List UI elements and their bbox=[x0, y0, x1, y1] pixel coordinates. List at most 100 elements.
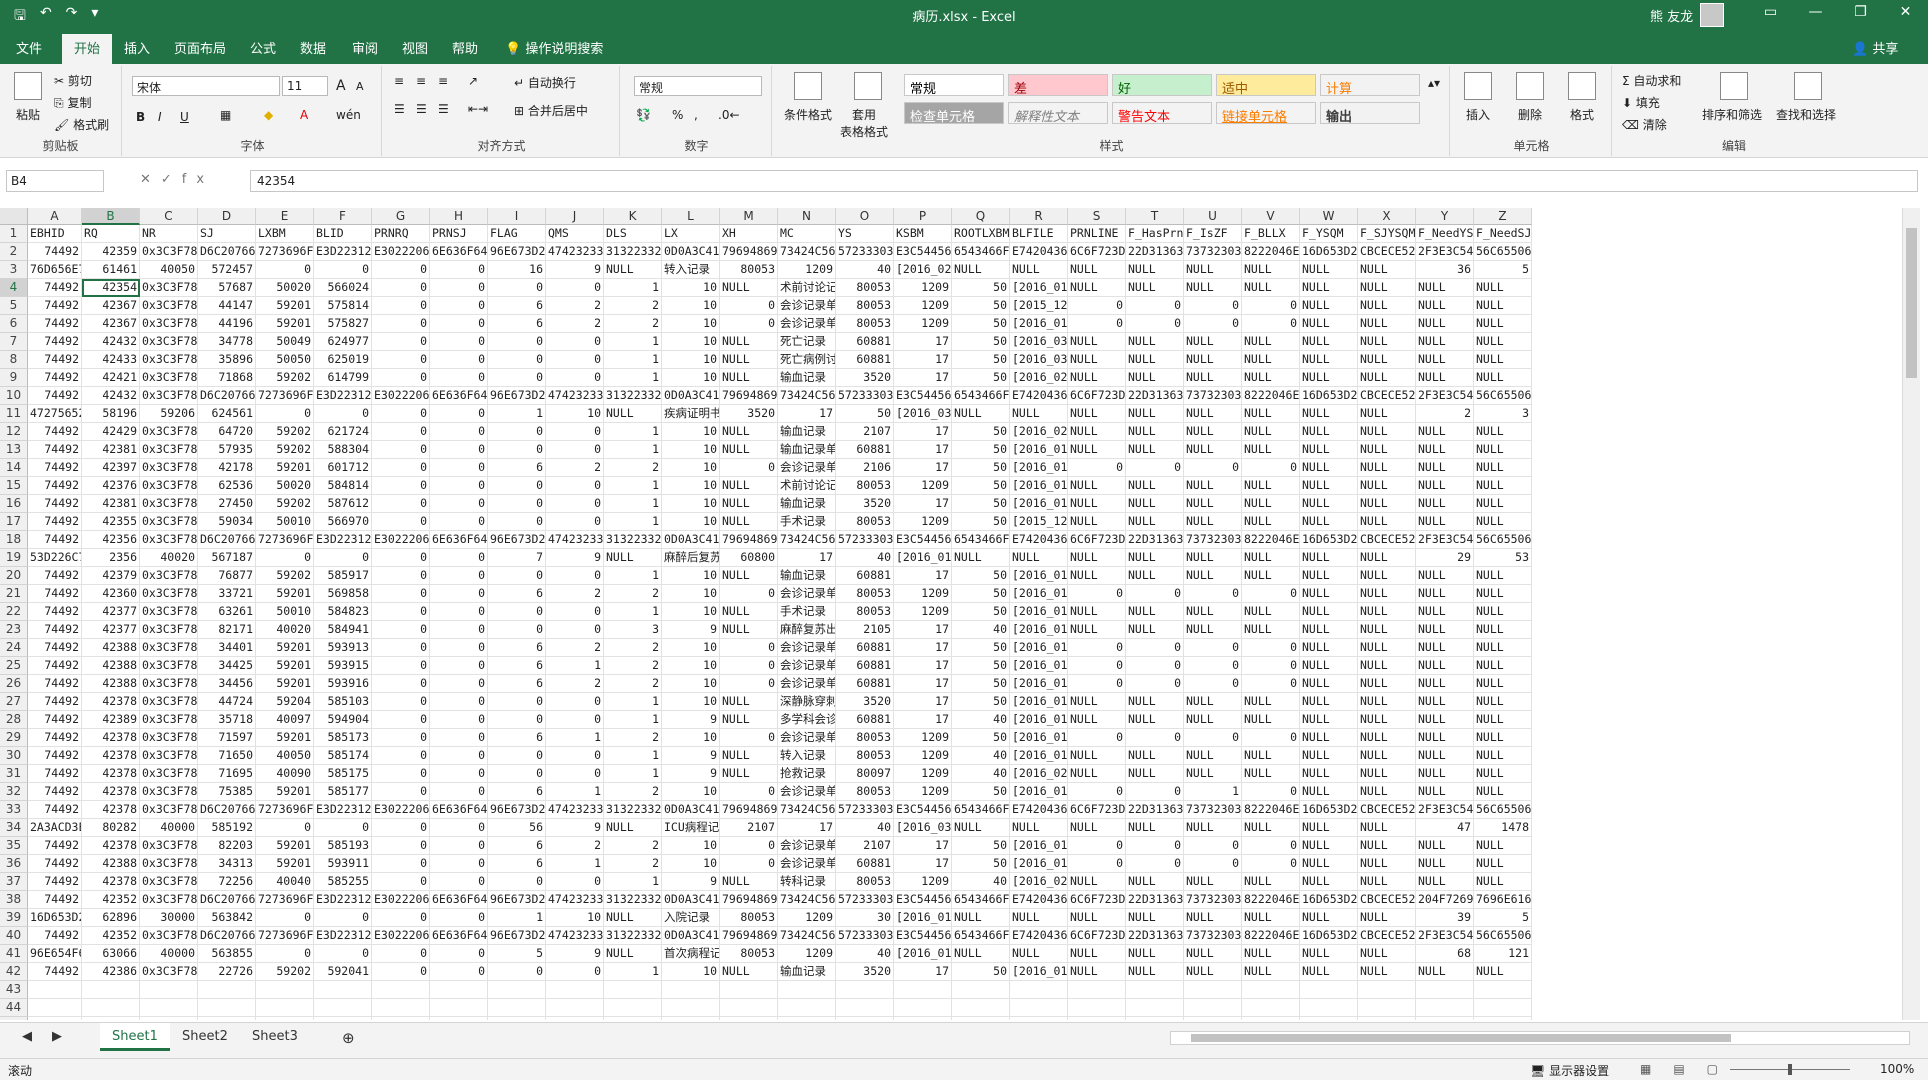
cell-k30[interactable]: 1 bbox=[604, 747, 662, 765]
row-header[interactable]: 27 bbox=[0, 693, 28, 711]
zoom-slider-knob[interactable] bbox=[1788, 1064, 1792, 1075]
cell-j15[interactable]: 0 bbox=[546, 477, 604, 495]
cell-t30[interactable]: NULL bbox=[1126, 747, 1184, 765]
cell-m22[interactable]: NULL bbox=[720, 603, 778, 621]
cell-g45[interactable] bbox=[372, 1017, 430, 1020]
cell-x13[interactable]: NULL bbox=[1358, 441, 1416, 459]
cell-e10[interactable]: 7273696F6 bbox=[256, 387, 314, 405]
cell-c24[interactable]: 0x3C3F786 bbox=[140, 639, 198, 657]
cell-u24[interactable]: 0 bbox=[1184, 639, 1242, 657]
cell-m44[interactable] bbox=[720, 999, 778, 1017]
cell-j17[interactable]: 0 bbox=[546, 513, 604, 531]
cell-a2[interactable]: 74492 bbox=[28, 243, 82, 261]
cell-q20[interactable]: 50 bbox=[952, 567, 1010, 585]
cell-f26[interactable]: 593916 bbox=[314, 675, 372, 693]
column-header-i[interactable]: I bbox=[488, 208, 546, 225]
cell-s33[interactable]: 6C6F723D2 bbox=[1068, 801, 1126, 819]
cell-f4[interactable]: 566024 bbox=[314, 279, 372, 297]
cell-z25[interactable]: NULL bbox=[1474, 657, 1532, 675]
cell-v35[interactable]: 0 bbox=[1242, 837, 1300, 855]
cell-m3[interactable]: 80053 bbox=[720, 261, 778, 279]
cell-s35[interactable]: 0 bbox=[1068, 837, 1126, 855]
cell-b5[interactable]: 42367 bbox=[82, 297, 140, 315]
cell-a31[interactable]: 74492 bbox=[28, 765, 82, 783]
cell-c31[interactable]: 0x3C3F786 bbox=[140, 765, 198, 783]
cell-c7[interactable]: 0x3C3F786 bbox=[140, 333, 198, 351]
column-header-z[interactable]: Z bbox=[1474, 208, 1532, 225]
cell-u34[interactable]: NULL bbox=[1184, 819, 1242, 837]
cell-p21[interactable]: 1209 bbox=[894, 585, 952, 603]
cell-o13[interactable]: 60881 bbox=[836, 441, 894, 459]
row-header[interactable]: 2 bbox=[0, 243, 28, 261]
cell-g12[interactable]: 0 bbox=[372, 423, 430, 441]
cell-w27[interactable]: NULL bbox=[1300, 693, 1358, 711]
cell-x38[interactable]: CBCECE522 bbox=[1358, 891, 1416, 909]
number-format-select[interactable]: 常规 bbox=[634, 76, 762, 96]
cell-d41[interactable]: 563855 bbox=[198, 945, 256, 963]
cell-r1[interactable]: BLFILE bbox=[1010, 225, 1068, 243]
cell-o9[interactable]: 3520 bbox=[836, 369, 894, 387]
cell-v12[interactable]: NULL bbox=[1242, 423, 1300, 441]
cell-q21[interactable]: 50 bbox=[952, 585, 1010, 603]
cell-b39[interactable]: 62896 bbox=[82, 909, 140, 927]
cell-i2[interactable]: 96E673D22 bbox=[488, 243, 546, 261]
cell-p35[interactable]: 17 bbox=[894, 837, 952, 855]
conditional-format-button[interactable]: 条件格式 bbox=[784, 106, 832, 123]
cell-c6[interactable]: 0x3C3F786 bbox=[140, 315, 198, 333]
cell-h20[interactable]: 0 bbox=[430, 567, 488, 585]
cell-u26[interactable]: 0 bbox=[1184, 675, 1242, 693]
cell-p3[interactable]: [2016_02_ bbox=[894, 261, 952, 279]
cell-p5[interactable]: 1209 bbox=[894, 297, 952, 315]
paste-icon[interactable] bbox=[14, 72, 42, 100]
cell-s1[interactable]: PRNLINE bbox=[1068, 225, 1126, 243]
cell-j18[interactable]: 47423233 bbox=[546, 531, 604, 549]
cell-v37[interactable]: NULL bbox=[1242, 873, 1300, 891]
cell-i10[interactable]: 96E673D22 bbox=[488, 387, 546, 405]
cell-v21[interactable]: 0 bbox=[1242, 585, 1300, 603]
cell-n12[interactable]: 输血记录 bbox=[778, 423, 836, 441]
add-sheet-icon[interactable]: ⊕ bbox=[330, 1023, 367, 1051]
cell-o7[interactable]: 60881 bbox=[836, 333, 894, 351]
cell-f18[interactable]: E3D223125 bbox=[314, 531, 372, 549]
cell-y39[interactable]: 39 bbox=[1416, 909, 1474, 927]
cell-i5[interactable]: 6 bbox=[488, 297, 546, 315]
tab-page-layout[interactable]: 页面布局 bbox=[174, 38, 226, 57]
sheet-prev-icon[interactable]: ◀ bbox=[10, 1023, 44, 1051]
cell-c2[interactable]: 0x3C3F786 bbox=[140, 243, 198, 261]
cell-p38[interactable]: E3C54456C bbox=[894, 891, 952, 909]
font-color-icon[interactable]: A bbox=[300, 108, 308, 122]
cell-i25[interactable]: 6 bbox=[488, 657, 546, 675]
cell-l43[interactable] bbox=[662, 981, 720, 999]
cell-t33[interactable]: 22D3136373 bbox=[1126, 801, 1184, 819]
cell-j32[interactable]: 1 bbox=[546, 783, 604, 801]
cell-d40[interactable]: D6C207665 bbox=[198, 927, 256, 945]
cell-z24[interactable]: NULL bbox=[1474, 639, 1532, 657]
cell-s5[interactable]: 0 bbox=[1068, 297, 1126, 315]
cell-t18[interactable]: 22D3136373 bbox=[1126, 531, 1184, 549]
cell-e36[interactable]: 59201 bbox=[256, 855, 314, 873]
cell-k31[interactable]: 1 bbox=[604, 765, 662, 783]
column-header-t[interactable]: T bbox=[1126, 208, 1184, 225]
cell-i6[interactable]: 6 bbox=[488, 315, 546, 333]
cell-w9[interactable]: NULL bbox=[1300, 369, 1358, 387]
style-bad[interactable]: 差 bbox=[1008, 74, 1108, 97]
cell-a20[interactable]: 74492 bbox=[28, 567, 82, 585]
cell-d18[interactable]: D6C207665 bbox=[198, 531, 256, 549]
cell-i42[interactable]: 0 bbox=[488, 963, 546, 981]
cell-a26[interactable]: 74492 bbox=[28, 675, 82, 693]
cell-o45[interactable] bbox=[836, 1017, 894, 1020]
cell-s8[interactable]: NULL bbox=[1068, 351, 1126, 369]
cell-a3[interactable]: 76D656E74 bbox=[28, 261, 82, 279]
cell-h21[interactable]: 0 bbox=[430, 585, 488, 603]
cell-y16[interactable]: NULL bbox=[1416, 495, 1474, 513]
cell-u10[interactable]: 73732303 bbox=[1184, 387, 1242, 405]
row-header[interactable]: 43 bbox=[0, 981, 28, 999]
cell-y13[interactable]: NULL bbox=[1416, 441, 1474, 459]
cell-w25[interactable]: NULL bbox=[1300, 657, 1358, 675]
sheet-tab-sheet3[interactable]: Sheet3 bbox=[240, 1023, 310, 1051]
cell-j38[interactable]: 47423233 bbox=[546, 891, 604, 909]
cell-i38[interactable]: 96E673D22 bbox=[488, 891, 546, 909]
cell-x31[interactable]: NULL bbox=[1358, 765, 1416, 783]
cell-p11[interactable]: [2016_03_ bbox=[894, 405, 952, 423]
cell-c16[interactable]: 0x3C3F786 bbox=[140, 495, 198, 513]
